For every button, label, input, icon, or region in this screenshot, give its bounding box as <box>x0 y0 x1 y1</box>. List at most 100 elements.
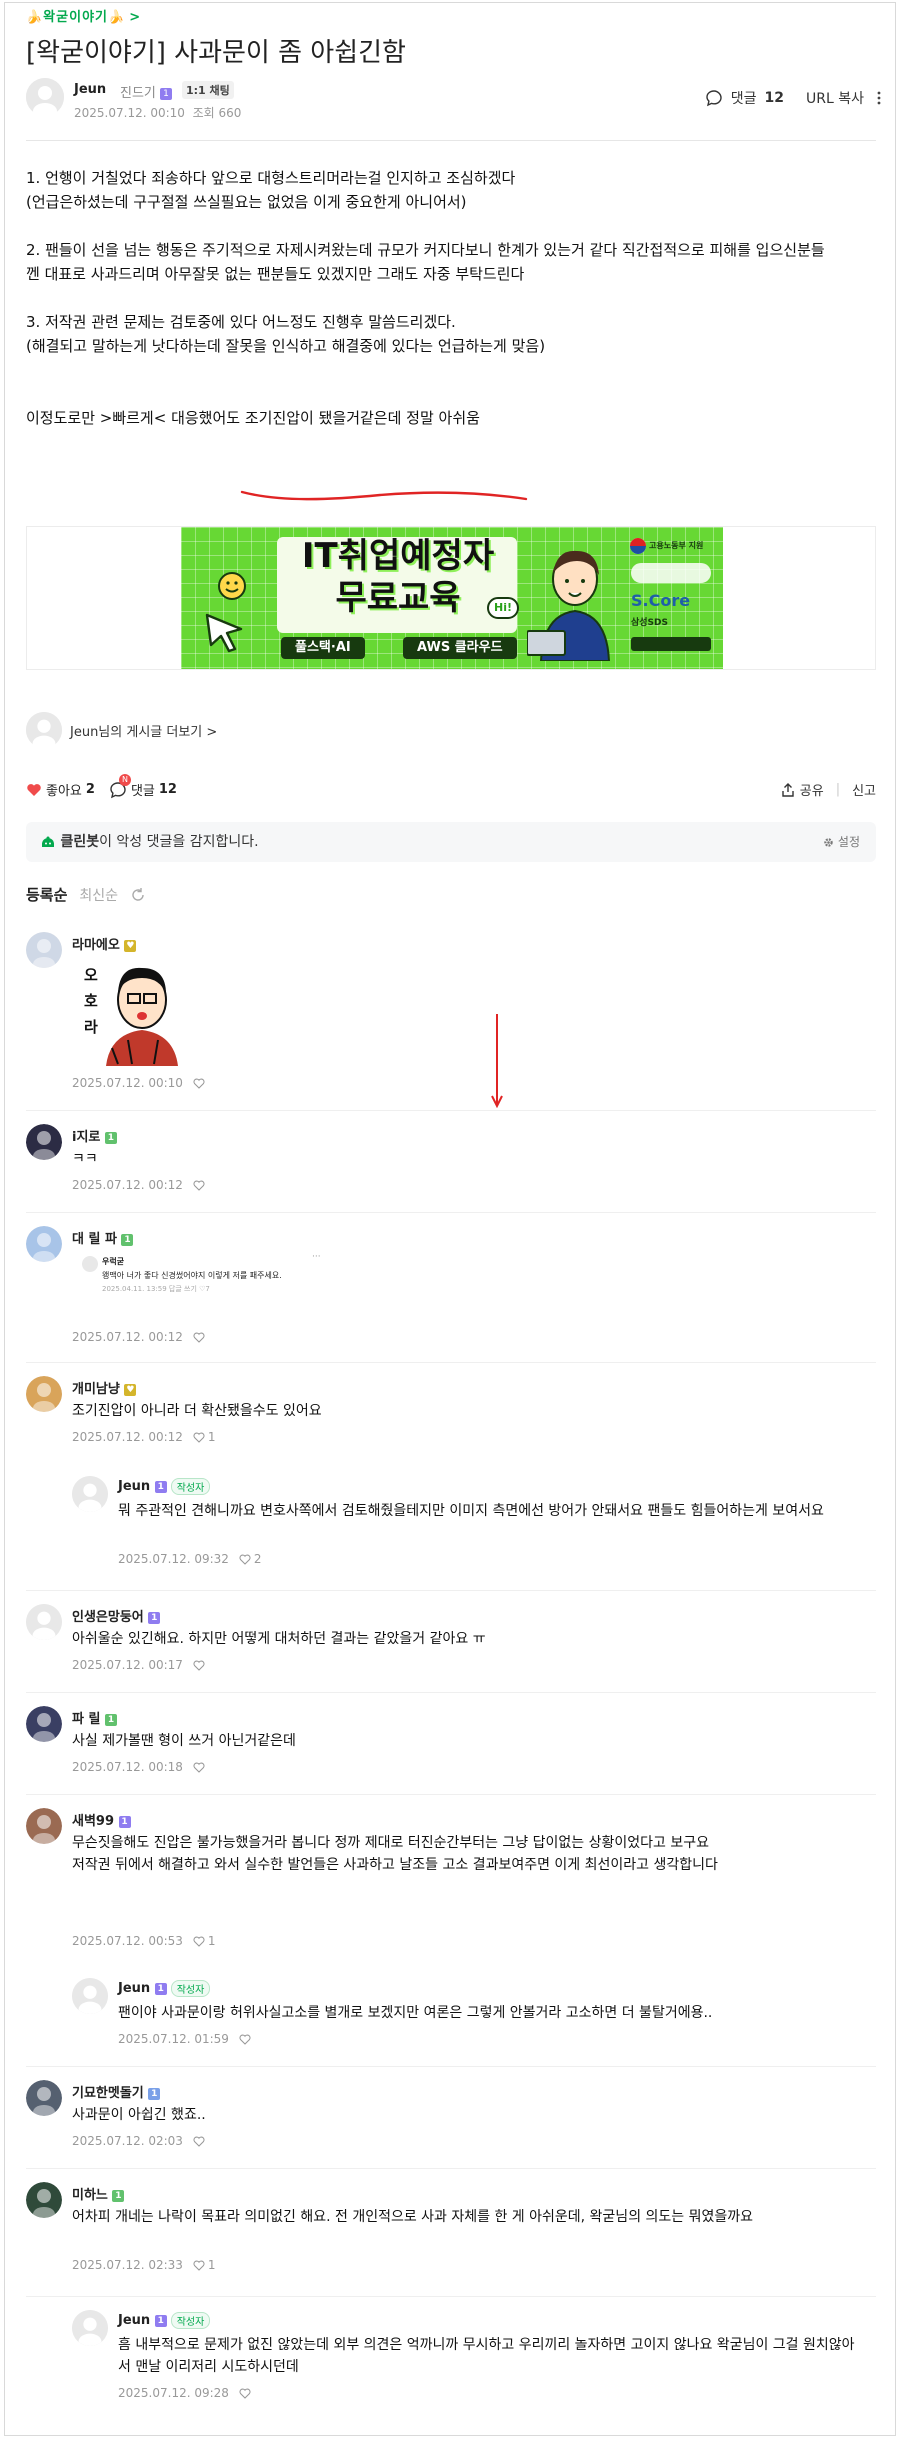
comment-item: i지로 1 ㅋㅋ 2025.07.12. 00:12 <box>26 1124 876 1198</box>
korea-emblem-icon <box>630 538 646 554</box>
comment-author[interactable]: 새벽99 1 <box>72 1810 131 1829</box>
post-meta: 2025.07.12. 00:10 조회 660 <box>74 104 241 121</box>
comment-like-button[interactable] <box>193 1180 208 1191</box>
board-name[interactable]: 🍌왁굳이야기🍌 <box>26 10 125 25</box>
comment-text: 무슨짓을해도 진압은 불가능했을거라 봅니다 정까 제대로 터진순간부터는 그냥… <box>72 1835 718 1873</box>
comment-author[interactable]: Jeun 1 작성자 <box>118 1980 211 1997</box>
heart-icon <box>193 2260 205 2271</box>
share-button[interactable]: 공유 <box>780 780 824 799</box>
reply-item: Jeun 1 작성자 뭐 주관적인 견해니까요 변호사쪽에서 검토해줬을테지만 이미… <box>72 1476 876 1572</box>
comment-like-button[interactable] <box>239 2388 254 2399</box>
cleanbot-setting-button[interactable]: 설정 <box>823 822 860 862</box>
comment-avatar[interactable] <box>26 2080 62 2116</box>
comment-like-button[interactable]: 2 <box>239 1552 262 1566</box>
cleanbot-text: 이 악성 댓글을 감지합니다. <box>99 834 259 850</box>
comment-author-name[interactable]: 새벽99 <box>72 1814 114 1829</box>
more-posts-link[interactable]: Jeun님의 게시글 더보기 > <box>26 712 217 751</box>
ad-banner-container[interactable]: IT취업예정자 무료교육 풀스택·AI AWS 클라우드 Hi! 고용노동부 지… <box>26 526 876 670</box>
comment-author-name[interactable]: Jeun <box>118 2313 150 2328</box>
comment-avatar[interactable] <box>72 2310 108 2346</box>
comment-author[interactable]: 개미남냥 ♥ <box>72 1378 137 1397</box>
author-rank: 진드기 1 <box>120 82 173 101</box>
smiley-icon <box>218 572 246 600</box>
comment-like-button[interactable] <box>239 2034 254 2045</box>
comment-author-name[interactable]: 인생은망둥어 <box>72 1610 144 1625</box>
comment-like-button[interactable]: 1 <box>193 1430 216 1444</box>
url-copy-button[interactable]: URL 복사 <box>806 88 864 108</box>
chat-button[interactable]: 1:1 채팅 <box>182 81 234 99</box>
comment-item: 라마에오 ♥ 오호라 2025.07.12. 00:10 <box>26 932 876 1096</box>
comment-author[interactable]: 기묘한멧돌기 1 <box>72 2082 161 2101</box>
profile-image-icon <box>26 932 62 968</box>
comment-avatar[interactable] <box>26 1376 62 1412</box>
heart-icon <box>193 2136 205 2147</box>
comment-meta: 2025.07.12. 00:12 <box>72 1330 208 1344</box>
comment-date: 2025.07.12. 02:03 <box>72 2134 183 2148</box>
author-avatar[interactable] <box>26 78 64 119</box>
comment-avatar[interactable] <box>26 2182 62 2218</box>
comment-author[interactable]: 인생은망둥어 1 <box>72 1606 161 1625</box>
comment-author[interactable]: i지로 1 <box>72 1126 117 1145</box>
comment-meta: 2025.07.12. 00:18 <box>72 1760 208 1774</box>
comment-meta: 2025.07.12. 00:10 <box>72 1076 208 1090</box>
like-button[interactable]: 좋아요 2 <box>26 780 95 799</box>
comment-avatar[interactable] <box>26 1706 62 1742</box>
comment-author-name[interactable]: 기묘한멧돌기 <box>72 2086 144 2101</box>
comment-toggle[interactable]: N 댓글 12 <box>109 774 177 799</box>
comment-avatar[interactable] <box>26 1604 62 1640</box>
comment-author-name[interactable]: 대 릴 파 <box>72 1232 117 1247</box>
comment-avatar[interactable] <box>26 1226 62 1262</box>
profile-image-icon <box>26 1124 62 1160</box>
sort-registered-tab[interactable]: 등록순 <box>26 884 67 905</box>
comment-avatar[interactable] <box>26 932 62 968</box>
comment-like-button[interactable]: 1 <box>193 1934 216 1948</box>
refresh-icon[interactable] <box>130 887 146 903</box>
comment-label[interactable]: 댓글 <box>731 88 757 108</box>
comment-avatar[interactable] <box>26 1808 62 1844</box>
comment-text: 팬이야 사과문이랑 허위사실고소를 별개로 보겠지만 여론은 그렇게 안볼거라 … <box>118 2005 713 2021</box>
comment-author[interactable]: Jeun 1 작성자 <box>118 2312 211 2329</box>
sort-latest-tab[interactable]: 최신순 <box>79 885 118 905</box>
comment-count: 12 <box>764 90 784 106</box>
comment-text: ㅋㅋ <box>72 1151 98 1167</box>
comment-like-button[interactable] <box>193 1660 208 1671</box>
comment-meta: 2025.07.12. 00:12 <box>72 1178 208 1192</box>
author-row: Jeun 진드기 1 1:1 채팅 2025.07.12. 00:10 조회 6… <box>26 78 886 124</box>
comment-author-name[interactable]: 파 릴 <box>72 1712 100 1727</box>
comment-like-button[interactable]: 1 <box>193 2258 216 2272</box>
comment-author[interactable]: 미하느 1 <box>72 2184 125 2203</box>
comment-author-name[interactable]: Jeun <box>118 1479 150 1494</box>
level-badge-icon: ♥ <box>124 1383 137 1396</box>
quote-text: 왱맥아 너가 좋다 신경썼어야지 이렇게 저를 패주세요. <box>102 1271 282 1280</box>
comment-author-name[interactable]: 라마에오 <box>72 938 120 953</box>
banner-logo-pill <box>631 563 711 583</box>
ad-banner[interactable]: IT취업예정자 무료교육 풀스택·AI AWS 클라우드 Hi! 고용노동부 지… <box>181 527 723 669</box>
report-button[interactable]: 신고 <box>852 780 876 799</box>
comment-author[interactable]: 라마에오 ♥ <box>72 934 137 953</box>
comment-meta: 2025.07.12. 02:33 1 <box>72 2258 216 2272</box>
comment-author-name[interactable]: Jeun <box>118 1981 150 1996</box>
comment-like-button[interactable] <box>193 1762 208 1773</box>
profile-image-icon <box>26 1706 62 1742</box>
banner-title: IT취업예정자 무료교육 <box>273 535 523 619</box>
author-name[interactable]: Jeun <box>74 82 106 97</box>
comment-avatar[interactable] <box>26 1124 62 1160</box>
board-link[interactable]: 🍌왁굳이야기🍌 > <box>26 6 141 25</box>
comment-author[interactable]: 대 릴 파 1 <box>72 1228 134 1247</box>
writer-tag: 작성자 <box>170 2312 211 2329</box>
comment-like-button[interactable] <box>193 1332 208 1343</box>
comment-author-name[interactable]: 개미남냥 <box>72 1382 120 1397</box>
comment-like-button[interactable] <box>193 2136 208 2147</box>
comment-author-name[interactable]: i지로 <box>72 1130 100 1145</box>
share-label: 공유 <box>799 784 824 799</box>
comment-text: 사실 제가볼땐 형이 쓰거 아닌거같은데 <box>72 1733 296 1749</box>
comment-avatar[interactable] <box>72 1978 108 2014</box>
more-options-icon[interactable] <box>872 90 886 106</box>
comment-like-button[interactable] <box>193 1078 208 1089</box>
more-posts-label[interactable]: Jeun님의 게시글 더보기 > <box>70 721 217 740</box>
comment-author[interactable]: 파 릴 1 <box>72 1708 117 1727</box>
comment-avatar[interactable] <box>72 1476 108 1512</box>
comment-author[interactable]: Jeun 1 작성자 <box>118 1478 211 1495</box>
comment-like-count: 1 <box>207 2258 216 2272</box>
comment-author-name[interactable]: 미하느 <box>72 2188 108 2203</box>
